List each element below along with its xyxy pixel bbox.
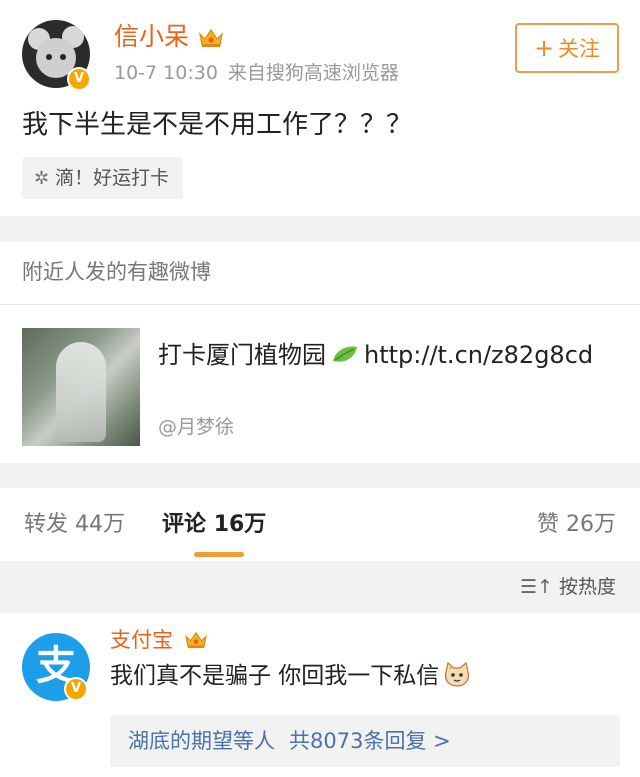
nearby-post-text[interactable]: 打卡厦门植物园 http://t.cn/z82g8cd [158, 338, 620, 372]
verified-badge-icon: V [64, 677, 88, 701]
leaf-icon [333, 346, 357, 362]
post-time: 10-7 10:30 [114, 62, 218, 84]
post-username[interactable]: 信小呆 [114, 22, 189, 52]
nearby-text: 打卡厦门植物园 [158, 341, 326, 369]
sparkle-icon: ✲ [34, 168, 50, 189]
sort-hot-icon: ☰↑ [520, 576, 553, 598]
nearby-title: 附近人发的有趣微博 [22, 260, 211, 284]
tag-label: 滴！好运打卡 [55, 167, 170, 189]
likes-label: 赞 [536, 512, 559, 537]
comment-body: 我们真不是骗子 你回我一下私信 [110, 663, 440, 689]
follow-label: 关注 [558, 37, 601, 61]
tab-comments[interactable]: 评论 16万 [162, 510, 266, 540]
plus-icon: + [533, 34, 555, 62]
comment-item: 支 V 支付宝 我们真不是骗子 你回我一下私信 湖底的期望等人 共8073条回复 … [0, 613, 640, 777]
replies-link[interactable]: 湖底的期望等人 共8073条回复 > [110, 715, 620, 767]
post-meta: 10-7 10:30 来自搜狗高速浏览器 [114, 62, 409, 84]
verified-badge-icon: V [67, 67, 91, 91]
nearby-thumbnail[interactable] [22, 328, 140, 446]
follow-button[interactable]: + 关注 [515, 23, 619, 73]
active-tab-indicator [194, 552, 244, 557]
tab-likes[interactable]: 赞 26万 [537, 510, 616, 540]
thumbnail-figure [56, 342, 106, 442]
comment-text: 我们真不是骗子 你回我一下私信 [110, 661, 471, 691]
crown-vip-icon [199, 28, 223, 47]
comment-username[interactable]: 支付宝 [110, 627, 173, 653]
reposts-count: 44万 [75, 512, 126, 537]
crown-vip-icon [185, 631, 207, 649]
sort-label: 按热度 [558, 576, 616, 598]
sort-button[interactable]: ☰↑ 按热度 [520, 575, 616, 599]
topic-tag[interactable]: ✲ 滴！好运打卡 [22, 157, 184, 199]
avatar-eye [60, 54, 66, 60]
tab-reposts[interactable]: 转发 44万 [24, 510, 125, 540]
stats-tabs: 转发 44万 评论 16万 赞 26万 [0, 488, 640, 561]
comments-label: 评论 [162, 512, 207, 537]
divider [0, 304, 640, 305]
likes-count: 26万 [566, 512, 616, 537]
nearby-section: 附近人发的有趣微博 打卡厦门植物园 http://t.cn/z82g8cd @月梦… [0, 242, 640, 463]
reposts-label: 转发 [24, 512, 69, 537]
post-source: 来自搜狗高速浏览器 [227, 62, 399, 84]
nearby-link[interactable]: http://t.cn/z82g8cd [364, 341, 593, 369]
replies-summary: 共8073条回复 > [289, 729, 451, 753]
weibo-post: V 信小呆 10-7 10:30 来自搜狗高速浏览器 + 关注 我下半生是不是不用工… [0, 0, 640, 216]
cat-emoji-icon [445, 662, 470, 687]
post-text: 我下半生是不是不用工作了？？？ [22, 110, 413, 140]
nearby-author[interactable]: @月梦徐 [158, 416, 234, 438]
comments-count: 16万 [213, 512, 267, 537]
avatar-eye [46, 54, 52, 60]
sort-bar: ☰↑ 按热度 [0, 561, 640, 613]
replies-who: 湖底的期望等人 [128, 729, 275, 753]
